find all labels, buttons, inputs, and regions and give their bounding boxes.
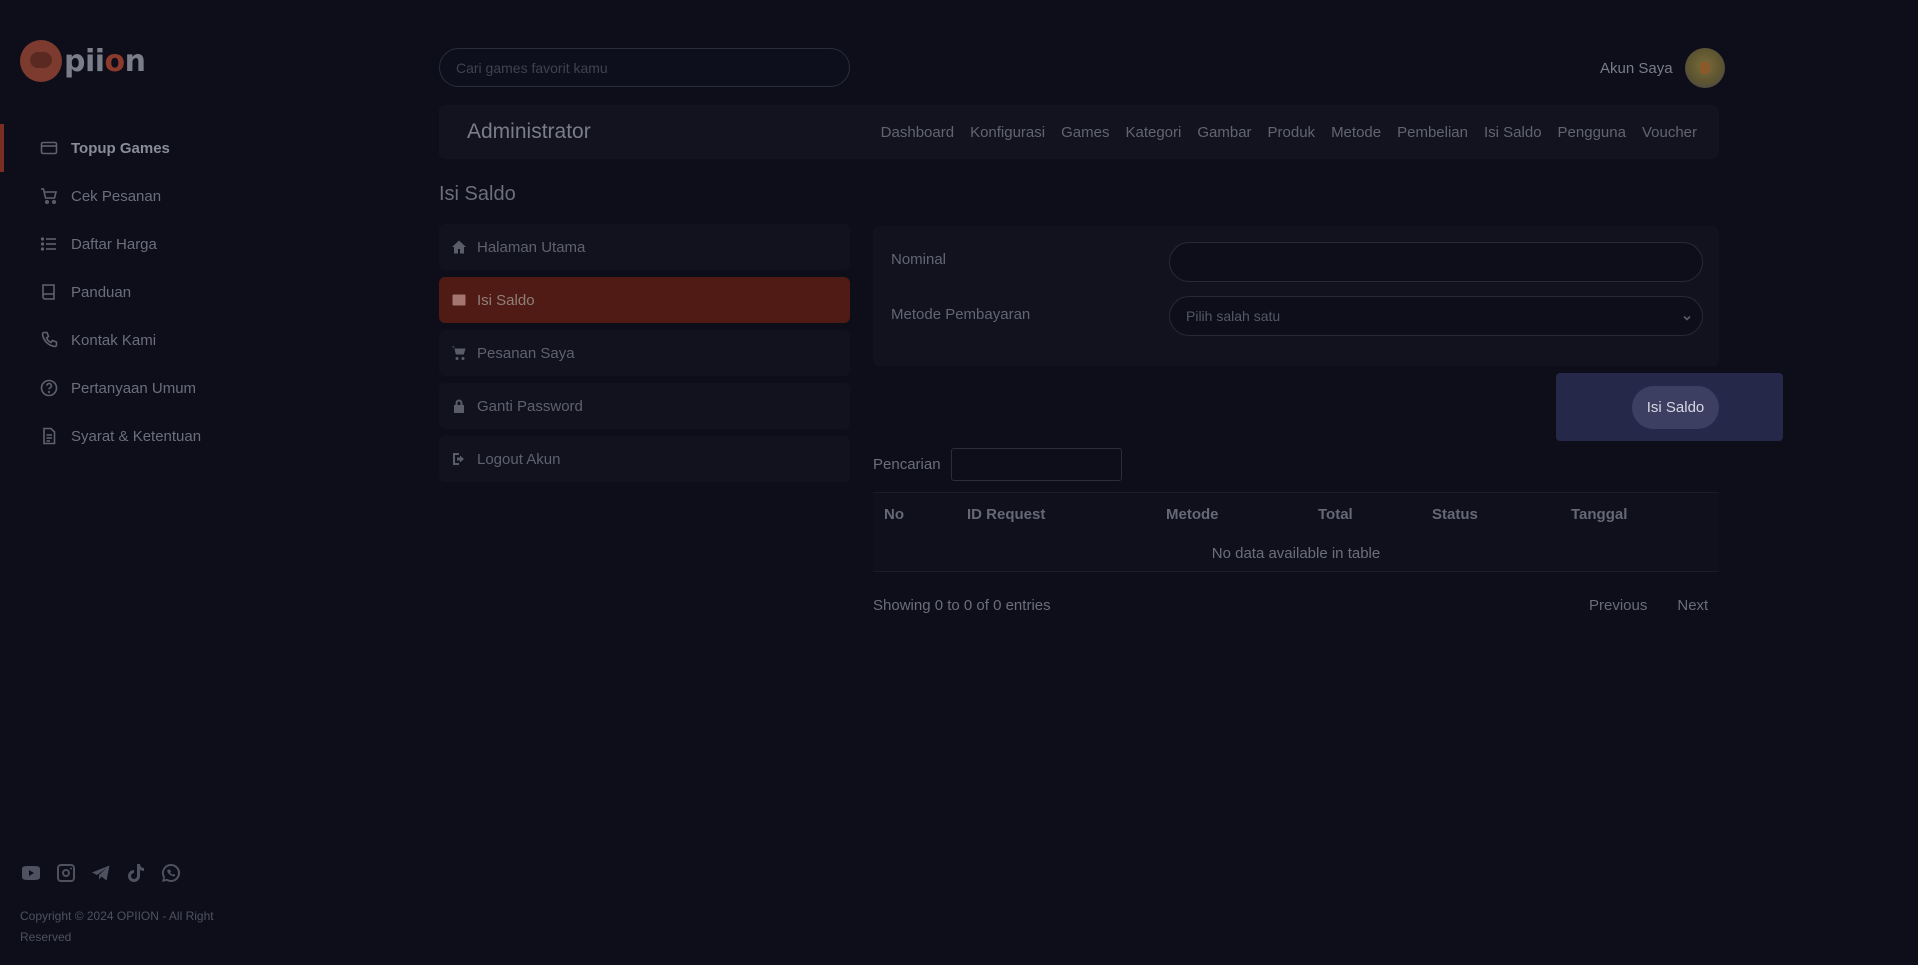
sidebar-item-pertanyaan-umum[interactable]: Pertanyaan Umum <box>0 364 250 412</box>
sidebar-item-panduan[interactable]: Panduan <box>0 268 250 316</box>
book-icon <box>40 283 58 301</box>
menu-item-label: Logout Akun <box>477 450 561 468</box>
sidebar-nav: Topup Games Cek Pesanan Daftar Harga Pan… <box>0 124 250 460</box>
menu-item-label: Halaman Utama <box>477 238 586 256</box>
table-info: Showing 0 to 0 of 0 entries <box>873 597 1051 614</box>
admin-link-kategori[interactable]: Kategori <box>1125 124 1181 141</box>
home-icon <box>451 239 467 255</box>
admin-link-gambar[interactable]: Gambar <box>1197 124 1251 141</box>
whatsapp-icon[interactable] <box>160 862 182 884</box>
topup-form: Nominal Metode Pembayaran Pilih salah sa… <box>873 226 1719 366</box>
table-search-label: Pencarian <box>873 456 941 473</box>
submit-popup: Isi Saldo <box>1556 373 1783 441</box>
admin-link-dashboard[interactable]: Dashboard <box>881 124 954 141</box>
search-input[interactable] <box>439 48 850 87</box>
table-search-input[interactable] <box>950 448 1122 481</box>
list-icon <box>40 235 58 253</box>
payment-method-label: Metode Pembayaran <box>891 306 1031 323</box>
column-header-status[interactable]: Status <box>1432 506 1478 523</box>
brand-logo[interactable]: piion <box>20 40 146 82</box>
brand-name: piion <box>64 43 146 79</box>
account-side-menu: Halaman Utama Isi Saldo Pesanan Saya Gan… <box>439 224 850 489</box>
pagination: Previous Next <box>1589 597 1708 614</box>
menu-item-logout-akun[interactable]: Logout Akun <box>439 436 850 482</box>
column-header-tanggal[interactable]: Tanggal <box>1571 506 1627 523</box>
chevron-down-icon <box>1682 310 1692 321</box>
nominal-label: Nominal <box>891 251 947 268</box>
document-icon <box>40 427 58 445</box>
menu-item-isi-saldo[interactable]: Isi Saldo <box>439 277 850 323</box>
table-header-row: No ID Request Metode Total Status Tangga… <box>873 493 1719 534</box>
sidebar-item-label: Topup Games <box>71 139 170 157</box>
telegram-icon[interactable] <box>90 862 112 884</box>
isi-saldo-button[interactable]: Isi Saldo <box>1632 386 1719 429</box>
account-label: Akun Saya <box>1600 59 1673 77</box>
sidebar-item-label: Syarat & Ketentuan <box>71 427 202 445</box>
sidebar-item-label: Kontak Kami <box>71 331 157 349</box>
sidebar-item-daftar-harga[interactable]: Daftar Harga <box>0 220 250 268</box>
tiktok-icon[interactable] <box>125 862 147 884</box>
account-menu[interactable]: Akun Saya <box>1600 48 1725 88</box>
phone-icon <box>40 331 58 349</box>
menu-item-label: Ganti Password <box>477 397 583 415</box>
menu-item-halaman-utama[interactable]: Halaman Utama <box>439 224 850 270</box>
cart-icon <box>451 345 467 361</box>
logout-icon <box>451 451 467 467</box>
admin-link-pengguna[interactable]: Pengguna <box>1558 124 1626 141</box>
page-title: Isi Saldo <box>439 183 516 205</box>
nominal-input[interactable] <box>1169 242 1703 282</box>
column-header-no[interactable]: No <box>884 506 904 523</box>
youtube-icon[interactable] <box>20 862 42 884</box>
sidebar-item-label: Cek Pesanan <box>71 187 162 205</box>
admin-title: Administrator <box>467 120 591 143</box>
instagram-icon[interactable] <box>55 862 77 884</box>
sidebar-item-label: Pertanyaan Umum <box>71 379 197 397</box>
admin-link-pembelian[interactable]: Pembelian <box>1397 124 1468 141</box>
table-search: Pencarian <box>873 448 1122 481</box>
history-table: No ID Request Metode Total Status Tangga… <box>873 492 1719 572</box>
sidebar: piion Topup Games Cek Pesanan Daftar Har… <box>0 0 250 965</box>
gamepad-logo-icon <box>20 40 62 82</box>
menu-item-pesanan-saya[interactable]: Pesanan Saya <box>439 330 850 376</box>
question-icon <box>40 379 58 397</box>
copyright-text: Copyright © 2024 OPIION - All Right Rese… <box>20 909 214 944</box>
avatar[interactable] <box>1684 48 1725 88</box>
payment-method-selected: Pilih salah satu <box>1186 308 1281 324</box>
payment-method-select[interactable]: Pilih salah satu <box>1169 296 1703 336</box>
menu-item-label: Pesanan Saya <box>477 344 575 362</box>
cart-icon <box>40 187 58 205</box>
social-links <box>20 862 182 884</box>
previous-page-button[interactable]: Previous <box>1589 597 1647 614</box>
admin-link-metode[interactable]: Metode <box>1331 124 1381 141</box>
admin-link-konfigurasi[interactable]: Konfigurasi <box>970 124 1045 141</box>
card-icon <box>40 139 58 157</box>
column-header-metode[interactable]: Metode <box>1166 506 1219 523</box>
next-page-button[interactable]: Next <box>1677 597 1708 614</box>
sidebar-item-topup-games[interactable]: Topup Games <box>0 124 250 172</box>
admin-navbar: Administrator Dashboard Konfigurasi Game… <box>439 105 1719 159</box>
menu-item-ganti-password[interactable]: Ganti Password <box>439 383 850 429</box>
admin-link-isi-saldo[interactable]: Isi Saldo <box>1484 124 1542 141</box>
sidebar-item-label: Panduan <box>71 283 132 301</box>
sidebar-item-kontak-kami[interactable]: Kontak Kami <box>0 316 250 364</box>
sidebar-item-syarat-ketentuan[interactable]: Syarat & Ketentuan <box>0 412 250 460</box>
admin-link-voucher[interactable]: Voucher <box>1642 124 1697 141</box>
wallet-icon <box>451 292 467 308</box>
admin-menu: Dashboard Konfigurasi Games Kategori Gam… <box>881 124 1697 141</box>
sidebar-item-label: Daftar Harga <box>71 235 157 253</box>
column-header-total[interactable]: Total <box>1318 506 1353 523</box>
table-empty-message: No data available in table <box>1211 545 1381 562</box>
column-header-id-request[interactable]: ID Request <box>967 506 1045 523</box>
menu-item-label: Isi Saldo <box>477 291 535 309</box>
lock-icon <box>451 398 467 414</box>
sidebar-item-cek-pesanan[interactable]: Cek Pesanan <box>0 172 250 220</box>
admin-link-games[interactable]: Games <box>1061 124 1109 141</box>
admin-link-produk[interactable]: Produk <box>1268 124 1316 141</box>
